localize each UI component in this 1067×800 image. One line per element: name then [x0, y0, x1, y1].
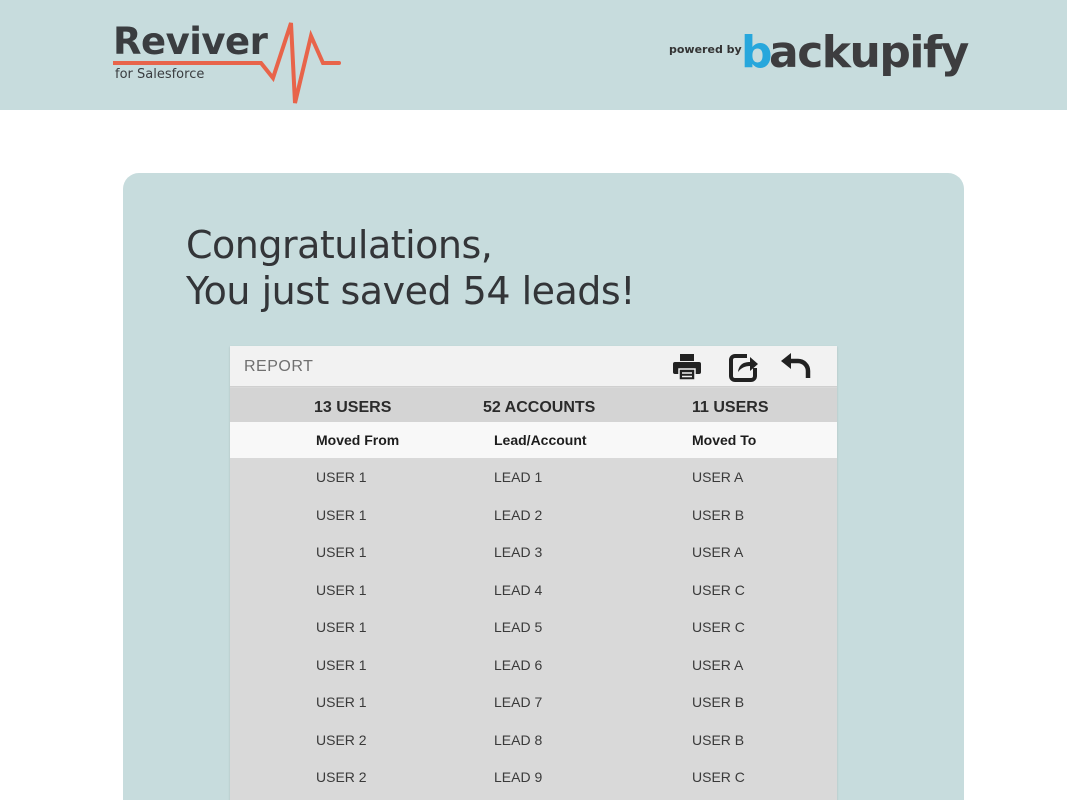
lead-account-cell: LEAD 8	[494, 731, 543, 748]
share-button[interactable]	[727, 350, 761, 384]
summary-items: 52 ACCOUNTS	[483, 399, 596, 416]
print-button[interactable]	[670, 350, 704, 384]
table-header: Moved From Lead/Account Moved To	[230, 422, 837, 458]
moved-from-cell: USER 1	[316, 506, 367, 523]
lead-account-cell: LEAD 1	[494, 469, 543, 485]
moved-to-cell: USER B	[692, 694, 745, 710]
lead-account-cell: LEAD 9	[494, 769, 543, 785]
lead-account-cell: LEAD 3	[494, 544, 543, 560]
report-summary: 13 USERS 52 ACCOUNTS 11 USERS	[230, 388, 837, 422]
table-row[interactable]: USER 1 LEAD 5 USER C	[230, 608, 837, 646]
moved-to-cell: USER C	[692, 619, 745, 635]
headline-line-1: Congratulations,	[186, 223, 493, 267]
table-row[interactable]: USER 1 LEAD 6 USER A	[230, 646, 837, 684]
powered-by-label: powered by	[669, 43, 742, 56]
table-row[interactable]: USER 2 LEAD 9 USER C	[230, 758, 837, 796]
undo-icon	[781, 353, 811, 378]
lead-account-cell: LEAD 7	[494, 694, 543, 710]
table-row[interactable]: USER 1 LEAD 2 USER B	[230, 496, 837, 534]
table-row[interactable]: USER 1 LEAD 7 USER B	[230, 683, 837, 721]
table-row[interactable]: USER 1 LEAD 4 USER C	[230, 571, 837, 609]
moved-to-cell: USER B	[692, 731, 745, 748]
table-row[interactable]: USER 1 LEAD 1 USER A	[230, 458, 837, 496]
moved-to-cell: USER A	[692, 656, 744, 673]
moved-to-cell: USER C	[692, 769, 745, 785]
column-header-moved-from: Moved From	[316, 432, 400, 448]
moved-from-cell: USER 1	[316, 619, 367, 635]
moved-from-cell: USER 1	[316, 469, 367, 485]
brand-initial: b	[741, 27, 772, 78]
moved-from-cell: USER 1	[316, 656, 367, 673]
moved-from-cell: USER 1	[316, 694, 367, 710]
moved-to-cell: USER C	[692, 581, 745, 598]
moved-to-cell: USER B	[692, 506, 745, 523]
report-header: REPORT	[230, 346, 837, 387]
print-icon	[673, 354, 701, 381]
headline-line-2: You just saved 54 leads!	[186, 269, 635, 313]
lead-account-cell: LEAD 2	[494, 506, 543, 523]
moved-to-cell: USER A	[692, 544, 744, 560]
lead-account-cell: LEAD 5	[494, 619, 543, 635]
column-header-lead-account: Lead/Account	[494, 432, 587, 448]
page-title: Congratulations, You just saved 54 leads…	[186, 222, 635, 314]
brand-wordmark: ackupify	[769, 27, 969, 78]
moved-from-cell: USER 1	[316, 544, 367, 560]
top-banner: Reviver for Salesforce powered by b acku…	[0, 0, 1067, 110]
table-row[interactable]: USER 1 LEAD 3 USER A	[230, 533, 837, 571]
summary-to: 11 USERS	[692, 399, 769, 416]
share-icon	[729, 354, 758, 382]
lead-account-cell: LEAD 4	[494, 581, 543, 598]
undo-button[interactable]	[779, 350, 813, 384]
moved-from-cell: USER 2	[316, 731, 367, 748]
report-title: REPORT	[244, 358, 314, 375]
moved-from-cell: USER 2	[316, 769, 367, 785]
moved-to-cell: USER A	[692, 469, 744, 485]
reviver-logo[interactable]: Reviver for Salesforce	[113, 18, 343, 108]
report-panel: REPORT 13 USERS 52 ACCOUNTS 11 USERS Mov…	[230, 346, 837, 800]
lead-account-cell: LEAD 6	[494, 656, 543, 673]
table-row[interactable]: USER 2 LEAD 8 USER B	[230, 721, 837, 759]
heartbeat-pulse-icon	[113, 22, 341, 104]
report-table-body: USER 1 LEAD 1 USER A USER 1 LEAD 2 USER …	[230, 458, 837, 796]
moved-from-cell: USER 1	[316, 581, 367, 598]
column-header-moved-to: Moved To	[692, 432, 757, 448]
summary-from: 13 USERS	[314, 399, 392, 416]
